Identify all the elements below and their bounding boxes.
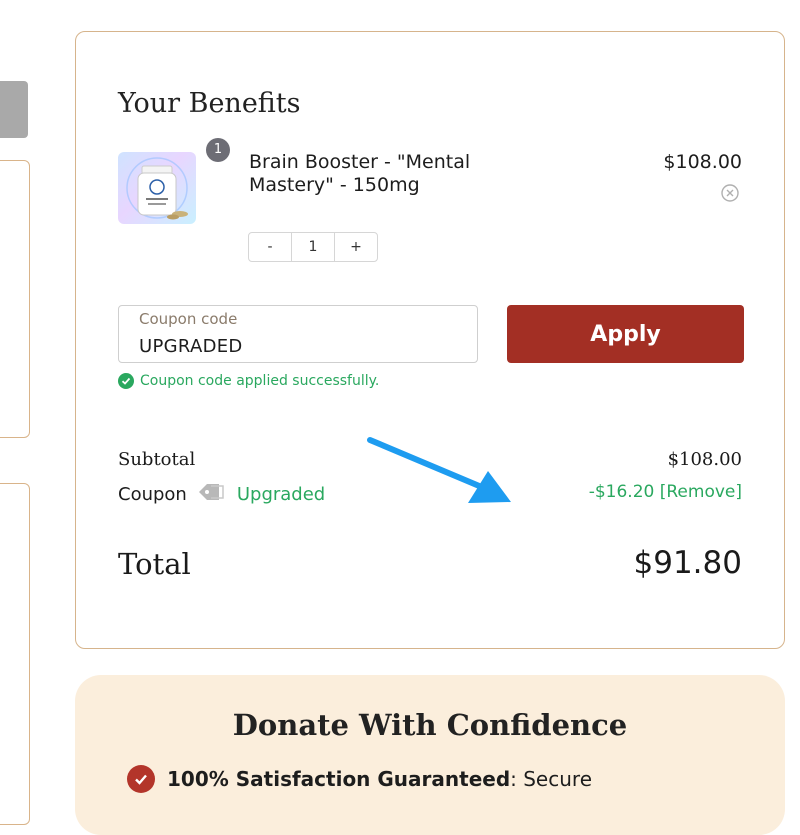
order-summary-card: Your Benefits 1 Brain Booster - "Mental …: [75, 31, 785, 649]
left-panel-section: [0, 160, 30, 438]
increment-button[interactable]: +: [335, 233, 377, 261]
quantity-stepper: - 1 +: [248, 232, 378, 262]
product-image: [118, 152, 196, 224]
guarantee-rest: : Secure: [510, 767, 592, 791]
coupon-code-label: Coupon code: [139, 310, 238, 328]
applied-coupon-name: Upgraded: [236, 484, 326, 505]
left-panel-button[interactable]: [0, 81, 28, 138]
coupon-discount-remove-link[interactable]: -$16.20 [Remove]: [589, 482, 742, 502]
annotation-arrow-icon: [367, 437, 511, 503]
decrement-button[interactable]: -: [249, 233, 291, 261]
check-circle-icon: [118, 373, 134, 389]
subtotal-value: $108.00: [667, 449, 742, 470]
total-label: Total: [118, 547, 191, 581]
guarantee-bold: 100% Satisfaction Guaranteed: [167, 767, 511, 791]
total-value: $91.80: [633, 545, 742, 581]
card-title: Your Benefits: [118, 88, 301, 119]
apply-coupon-button[interactable]: Apply: [507, 305, 744, 363]
coupon-code-field: Coupon code: [118, 305, 478, 363]
close-circle-icon[interactable]: [720, 183, 740, 203]
tag-icon: [197, 482, 227, 507]
left-panel-section: [0, 483, 30, 825]
quantity-badge: 1: [206, 138, 230, 162]
donate-confidence-panel: Donate With Confidence 100% Satisfaction…: [75, 675, 785, 835]
coupon-row-label: Coupon: [118, 484, 187, 505]
coupon-success-text: Coupon code applied successfully.: [140, 373, 380, 389]
check-badge-icon: [127, 765, 155, 793]
coupon-row: Coupon Upgraded: [118, 482, 325, 507]
product-price: $108.00: [663, 151, 742, 173]
subtotal-label: Subtotal: [118, 449, 196, 470]
product-name: Brain Booster - "Mental Mastery" - 150mg: [249, 151, 471, 196]
donate-title: Donate With Confidence: [232, 708, 628, 742]
coupon-success-message: Coupon code applied successfully.: [118, 373, 379, 389]
guarantee-line: 100% Satisfaction Guaranteed: Secure: [127, 765, 592, 793]
quantity-value[interactable]: 1: [291, 233, 335, 261]
coupon-code-input[interactable]: [139, 336, 439, 357]
